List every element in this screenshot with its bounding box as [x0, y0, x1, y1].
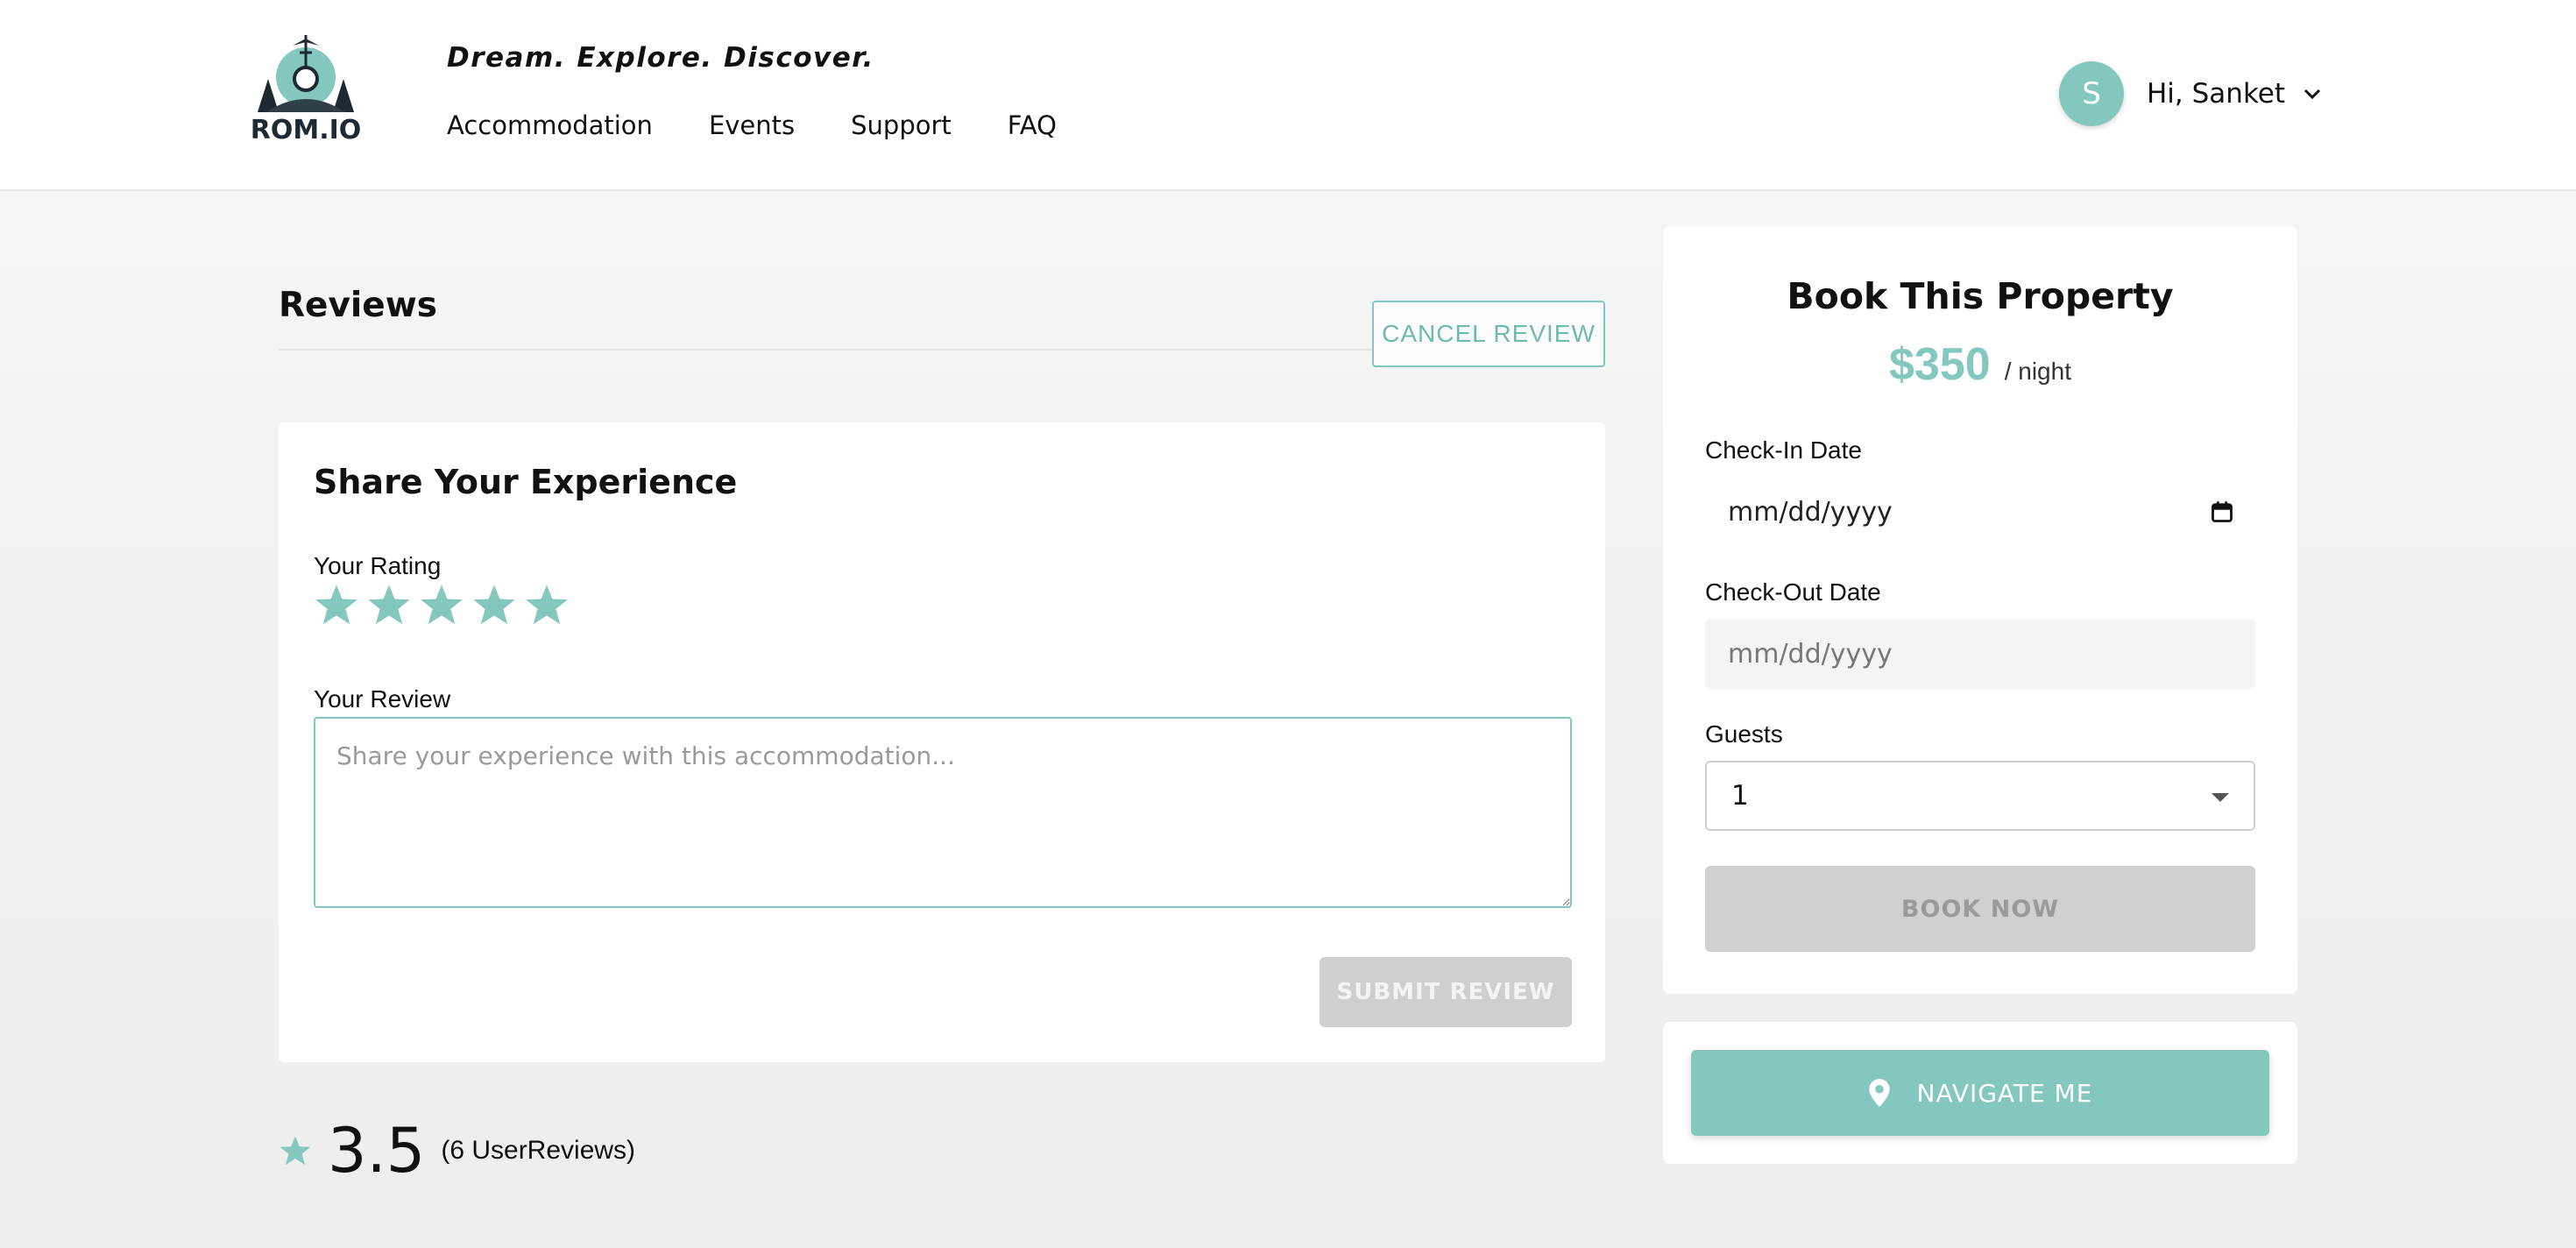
rom-io-logo[interactable]: ROM.IO: [249, 33, 363, 144]
checkin-date-input[interactable]: mm/dd/yyyy: [1705, 477, 2255, 547]
checkout-date-input[interactable]: mm/dd/yyyy: [1705, 619, 2255, 689]
nav-events[interactable]: Events: [709, 110, 795, 140]
rating-summary: 3.5 (6 UserReviews): [279, 1115, 635, 1187]
caret-down-icon: [2212, 793, 2229, 802]
checkin-date-value: mm/dd/yyyy: [1728, 496, 1893, 528]
review-label: Your Review: [314, 685, 451, 713]
main-nav: Accommodation Events Support FAQ: [447, 110, 1113, 140]
star-rating-input: [314, 582, 577, 628]
submit-review-button[interactable]: SUBMIT REVIEW: [1320, 957, 1572, 1027]
guests-label: Guests: [1705, 720, 1783, 748]
checkout-date-value: mm/dd/yyyy: [1728, 638, 1893, 670]
price-row: $350 / night: [1663, 338, 2297, 391]
navigate-card: NAVIGATE ME: [1663, 1022, 2297, 1164]
average-rating: 3.5: [328, 1115, 426, 1187]
review-count: (6 UserReviews): [441, 1136, 636, 1165]
guests-select[interactable]: 1: [1705, 761, 2255, 831]
avatar: S: [2059, 61, 2124, 126]
user-menu[interactable]: S Hi, Sanket: [2059, 61, 2322, 126]
star-icon[interactable]: [366, 582, 412, 628]
nav-support[interactable]: Support: [851, 110, 952, 140]
book-now-button[interactable]: BOOK NOW: [1705, 866, 2255, 952]
price: $350: [1889, 339, 1991, 390]
star-icon[interactable]: [419, 582, 464, 628]
navigate-label: NAVIGATE ME: [1916, 1078, 2093, 1108]
star-icon[interactable]: [314, 582, 359, 628]
user-greeting: Hi, Sanket: [2147, 78, 2286, 110]
review-form-title: Share Your Experience: [314, 463, 738, 501]
nav-accommodation[interactable]: Accommodation: [447, 110, 653, 140]
location-pin-icon: [1868, 1079, 1890, 1107]
svg-text:ROM.IO: ROM.IO: [251, 115, 362, 144]
booking-card: Book This Property $350 / night Check-In…: [1663, 226, 2297, 994]
navigate-me-button[interactable]: NAVIGATE ME: [1691, 1050, 2269, 1136]
reviews-heading: Reviews: [279, 286, 437, 325]
star-icon: [280, 1136, 311, 1166]
rating-label: Your Rating: [314, 552, 442, 579]
cancel-review-button[interactable]: CANCEL REVIEW: [1372, 301, 1605, 367]
guests-value: 1: [1731, 780, 1749, 812]
per-night-label: / night: [2004, 358, 2071, 385]
chevron-down-icon: [2304, 89, 2321, 100]
checkin-label: Check-In Date: [1705, 436, 1862, 464]
nav-faq[interactable]: FAQ: [1008, 110, 1057, 140]
star-icon[interactable]: [471, 582, 517, 628]
top-header: ROM.IO Dream. Explore. Discover. Accommo…: [0, 0, 2576, 191]
review-form-card: Share Your Experience Your Rating Your R…: [279, 422, 1605, 1062]
divider: [279, 349, 1372, 351]
tagline: Dream. Explore. Discover.: [447, 42, 874, 74]
calendar-icon[interactable]: [2210, 500, 2234, 524]
booking-title: Book This Property: [1787, 275, 2174, 317]
checkout-label: Check-Out Date: [1705, 578, 1881, 606]
star-icon[interactable]: [524, 582, 570, 628]
review-textarea[interactable]: [314, 717, 1572, 908]
